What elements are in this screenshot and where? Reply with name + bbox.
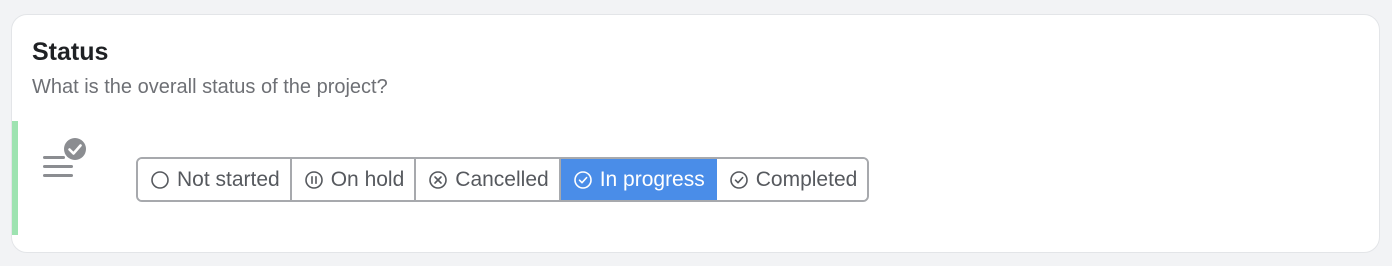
status-option-not-started[interactable]: Not started [138,159,292,200]
card-question: What is the overall status of the projec… [32,76,388,98]
status-option-in-progress[interactable]: In progress [560,159,717,200]
status-option-label: In progress [599,167,705,191]
status-option-label: Cancelled [455,167,549,191]
status-option-cancelled[interactable]: Cancelled [416,159,561,200]
pause-circle-icon [304,170,324,190]
status-option-label: Not started [177,167,280,191]
status-option-label: On hold [330,167,405,191]
status-segmented-control: Not started On hold Cancelled In progres… [136,157,870,202]
status-card: Status What is the overall status of the… [11,14,1380,253]
accent-bar [12,121,18,235]
check-circle-icon [729,170,749,190]
card-title: Status [32,38,109,66]
list-with-check-icon [42,137,90,181]
status-option-label: Completed [755,167,858,191]
check-circle-icon [573,170,593,190]
status-option-completed[interactable]: Completed [716,159,868,200]
x-circle-icon [428,170,448,190]
status-option-on-hold[interactable]: On hold [291,159,417,200]
empty-circle-icon [150,170,170,190]
